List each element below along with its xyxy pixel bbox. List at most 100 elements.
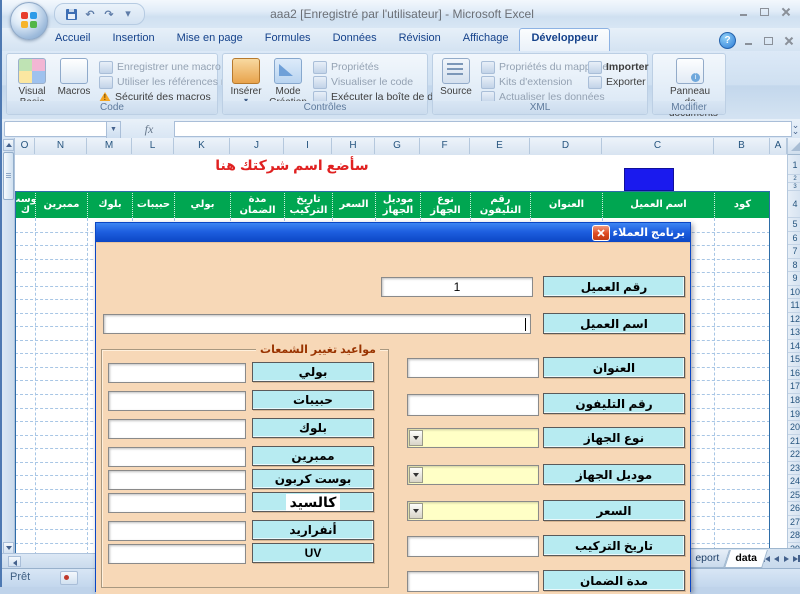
candle-textbox-4[interactable]	[108, 470, 246, 490]
scroll-left-button[interactable]	[8, 556, 21, 567]
column-header-J[interactable]: J	[230, 138, 284, 154]
row-header-3[interactable]: 3	[788, 183, 800, 191]
export-button[interactable]: Exporter	[588, 75, 646, 89]
field-textbox-1[interactable]	[103, 314, 531, 334]
formula-input[interactable]	[174, 121, 792, 137]
scroll-up-button[interactable]	[3, 139, 14, 151]
row-header-11[interactable]: 11	[788, 299, 800, 313]
column-header-A[interactable]: A	[770, 138, 787, 154]
previous-sheet-button[interactable]	[772, 552, 781, 565]
candle-textbox-2[interactable]	[108, 419, 246, 439]
row-header-4[interactable]: 4	[788, 191, 800, 218]
row-header-7[interactable]: 7	[788, 245, 800, 259]
combo-dropdown-button[interactable]	[409, 467, 423, 483]
tab-développeur[interactable]: Développeur	[519, 28, 610, 51]
column-header-G[interactable]: G	[375, 138, 420, 154]
column-header-F[interactable]: F	[420, 138, 470, 154]
restore-button[interactable]	[756, 5, 773, 18]
candle-textbox-1[interactable]	[108, 391, 246, 411]
macros-button[interactable]: Macros	[53, 57, 95, 97]
row-header-5[interactable]: 5	[788, 218, 800, 232]
workbook-minimize-button[interactable]	[741, 35, 756, 47]
next-sheet-button[interactable]	[782, 552, 791, 565]
row-header-16[interactable]: 16	[788, 367, 800, 381]
field-textbox-3[interactable]	[407, 394, 539, 416]
candle-textbox-5[interactable]	[108, 493, 246, 513]
userform-close-button[interactable]	[592, 225, 610, 241]
column-header-O[interactable]: O	[15, 138, 35, 154]
column-header-K[interactable]: K	[174, 138, 230, 154]
row-header-17[interactable]: 17	[788, 380, 800, 394]
candle-textbox-3[interactable]	[108, 447, 246, 467]
macro-record-button[interactable]	[60, 571, 78, 585]
row-header-10[interactable]: 10	[788, 286, 800, 300]
column-header-L[interactable]: L	[132, 138, 174, 154]
tab-révision[interactable]: Révision	[388, 28, 452, 51]
combo-dropdown-button[interactable]	[409, 503, 423, 519]
row-header-20[interactable]: 20	[788, 421, 800, 435]
field-textbox-2[interactable]	[407, 358, 539, 378]
row-header-14[interactable]: 14	[788, 340, 800, 354]
workbook-restore-button[interactable]	[761, 35, 776, 47]
name-box-dropdown[interactable]: ▼	[106, 121, 121, 139]
row-header-22[interactable]: 22	[788, 448, 800, 462]
tab-données[interactable]: Données	[322, 28, 388, 51]
name-box[interactable]	[4, 121, 107, 137]
column-header-B[interactable]: B	[714, 138, 770, 154]
field-combobox-5[interactable]	[407, 465, 539, 485]
insert-control-button[interactable]: Insérer ▾	[225, 57, 267, 104]
row-header-8[interactable]: 8	[788, 259, 800, 273]
column-header-H[interactable]: H	[332, 138, 375, 154]
userform-title-bar[interactable]: برنامج العملاء	[96, 223, 690, 242]
row-header-13[interactable]: 13	[788, 326, 800, 340]
tab-affichage[interactable]: Affichage	[452, 28, 520, 51]
record-macro-button[interactable]: Enregistrer une macro	[99, 60, 221, 74]
vertical-scrollbar[interactable]	[2, 138, 15, 555]
combo-dropdown-button[interactable]	[409, 430, 423, 446]
row-header-15[interactable]: 15	[788, 353, 800, 367]
row-header-26[interactable]: 26	[788, 502, 800, 516]
row-header-23[interactable]: 23	[788, 462, 800, 476]
close-button[interactable]	[777, 5, 794, 18]
last-sheet-button[interactable]	[792, 552, 800, 565]
row-header-24[interactable]: 24	[788, 475, 800, 489]
row-header-27[interactable]: 27	[788, 516, 800, 530]
row-header-1[interactable]: 1	[788, 155, 800, 175]
row-header-18[interactable]: 18	[788, 394, 800, 408]
column-header-C[interactable]: C	[602, 138, 714, 154]
help-button[interactable]: ?	[719, 32, 736, 49]
field-combobox-6[interactable]	[407, 501, 539, 521]
source-button[interactable]: Source	[435, 57, 477, 97]
tab-accueil[interactable]: Accueil	[44, 28, 101, 51]
select-all-corner[interactable]	[787, 138, 800, 155]
field-combobox-4[interactable]	[407, 428, 539, 448]
properties-button[interactable]: Propriétés	[313, 60, 379, 74]
field-textbox-8[interactable]	[407, 571, 539, 592]
expansion-packs-button[interactable]: Kits d'extension	[481, 75, 572, 89]
row-header-12[interactable]: 12	[788, 313, 800, 327]
sheet-tab-data[interactable]: data	[724, 550, 767, 568]
field-textbox-0[interactable]: 1	[381, 277, 533, 297]
column-header-E[interactable]: E	[470, 138, 530, 154]
formula-bar-expand-button[interactable]: ⌄⌄	[791, 122, 800, 135]
candle-textbox-0[interactable]	[108, 363, 246, 383]
column-header-I[interactable]: I	[284, 138, 332, 154]
row-header-21[interactable]: 21	[788, 435, 800, 449]
candle-textbox-6[interactable]	[108, 521, 246, 541]
column-header-M[interactable]: M	[87, 138, 132, 154]
row-header-25[interactable]: 25	[788, 489, 800, 503]
import-button[interactable]: Importer	[588, 60, 649, 74]
candle-textbox-7[interactable]	[108, 544, 246, 564]
row-header-6[interactable]: 6	[788, 232, 800, 246]
row-header-2[interactable]: 2	[788, 175, 800, 183]
minimize-button[interactable]	[735, 5, 752, 18]
row-header-9[interactable]: 9	[788, 272, 800, 286]
row-header-28[interactable]: 28	[788, 529, 800, 543]
vertical-scroll-thumb[interactable]	[3, 152, 14, 200]
row-header-19[interactable]: 19	[788, 408, 800, 422]
horizontal-scrollbar[interactable]	[2, 553, 95, 569]
office-button[interactable]	[10, 2, 48, 40]
tab-mise-en-page[interactable]: Mise en page	[166, 28, 254, 51]
workbook-close-button[interactable]	[781, 35, 796, 47]
tab-formules[interactable]: Formules	[254, 28, 322, 51]
